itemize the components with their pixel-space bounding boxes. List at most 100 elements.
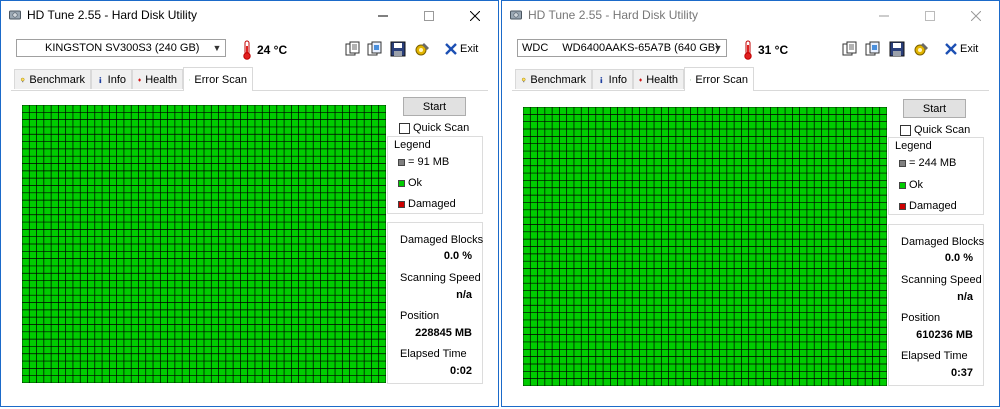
chevron-down-icon[interactable]: ▼ xyxy=(209,40,225,56)
options-tools-icon[interactable] xyxy=(913,41,929,57)
quick-scan-label: Quick Scan xyxy=(413,122,470,134)
quick-scan-label: Quick Scan xyxy=(914,124,971,136)
close-icon xyxy=(971,10,981,21)
tab-label: Error Scan xyxy=(695,73,748,86)
scanning-speed-label: Scanning Speed xyxy=(400,272,481,284)
ok-block-swatch xyxy=(899,181,906,189)
exit-label: Exit xyxy=(960,43,979,55)
scanning-speed-value: n/a xyxy=(456,289,472,301)
damaged-block-swatch xyxy=(899,202,906,210)
scanning-speed-label: Scanning Speed xyxy=(901,274,982,286)
tab-error-scan[interactable]: Error Scan xyxy=(684,67,754,91)
window-title: HD Tune 2.55 - Hard Disk Utility xyxy=(528,8,699,22)
title-bar[interactable]: HD Tune 2.55 - Hard Disk Utility xyxy=(1,1,498,30)
drive-select-value: KINGSTON SV300S3 (240 GB) xyxy=(45,42,200,54)
stats-box: Damaged Blocks 0.0 % Scanning Speed n/a … xyxy=(387,222,483,384)
temperature-readout: 31 °C xyxy=(758,43,789,57)
hard-disk-app-icon xyxy=(510,10,522,20)
save-icon[interactable] xyxy=(390,41,406,57)
toolbar: KINGSTON SV300S3 (240 GB) ▼ 24 °C Exit xyxy=(1,31,498,67)
gray-block-swatch xyxy=(398,158,405,166)
tab-health[interactable]: Health xyxy=(633,69,684,89)
legend-title: Legend xyxy=(895,140,932,152)
block-size-label: = 244 MB xyxy=(909,157,957,169)
maximize-button[interactable] xyxy=(907,1,953,30)
legend-ok: Ok xyxy=(899,179,923,191)
exit-x-icon xyxy=(945,43,957,55)
info-icon xyxy=(600,76,603,83)
tab-label: Info xyxy=(608,73,627,86)
temperature-readout: 24 °C xyxy=(257,43,288,57)
damaged-blocks-label: Damaged Blocks xyxy=(901,236,985,248)
damaged-blocks-value: 0.0 % xyxy=(443,250,472,262)
chevron-down-icon[interactable]: ▼ xyxy=(710,40,726,56)
damaged-blocks-label: Damaged Blocks xyxy=(400,234,484,246)
tab-strip: Benchmark Info Health Error Scan xyxy=(512,67,989,91)
block-size-label: = 91 MB xyxy=(408,156,450,168)
copy-screenshot-icon[interactable] xyxy=(367,41,383,57)
stats-box: Damaged Blocks 0.0 % Scanning Speed n/a … xyxy=(888,224,984,386)
legend-damaged: Damaged xyxy=(398,198,456,210)
copy-info-icon[interactable] xyxy=(345,41,361,57)
quick-scan-option[interactable]: Quick Scan xyxy=(399,122,469,134)
drive-select-prefix: WDC xyxy=(522,42,549,54)
options-tools-icon[interactable] xyxy=(414,41,430,57)
damaged-label: Damaged xyxy=(408,198,456,210)
ok-label: Ok xyxy=(909,179,924,191)
elapsed-time-label: Elapsed Time xyxy=(400,348,467,360)
toolbar: WDC WD6400AAKS-65A7B (640 GB) ▼ 31 °C Ex… xyxy=(502,31,999,67)
tab-label: Info xyxy=(107,73,126,86)
copy-screenshot-icon[interactable] xyxy=(865,41,881,57)
exit-button[interactable]: Exit xyxy=(945,41,978,57)
damaged-blocks-value: 0.0 % xyxy=(944,252,973,264)
drive-select-value: WD6400AAKS-65A7B (640 GB) xyxy=(562,42,719,54)
position-label: Position xyxy=(400,310,440,322)
quick-scan-checkbox[interactable] xyxy=(399,122,410,134)
start-button[interactable]: Start xyxy=(903,99,966,118)
minimize-icon xyxy=(378,15,388,16)
health-cross-icon xyxy=(138,78,142,81)
tab-health[interactable]: Health xyxy=(132,69,183,89)
tab-label: Benchmark xyxy=(530,73,586,86)
exit-label: Exit xyxy=(460,43,479,55)
block-map-grid xyxy=(523,107,887,386)
health-cross-icon xyxy=(639,78,643,81)
tab-info[interactable]: Info xyxy=(592,69,633,89)
tab-info[interactable]: Info xyxy=(91,69,132,89)
quick-scan-checkbox[interactable] xyxy=(900,124,911,136)
ok-block-swatch xyxy=(398,179,405,187)
close-button[interactable] xyxy=(452,1,498,30)
maximize-button[interactable] xyxy=(406,1,452,30)
close-button[interactable] xyxy=(953,1,999,30)
bulb-icon xyxy=(20,77,25,82)
minimize-button[interactable] xyxy=(861,1,907,30)
save-icon[interactable] xyxy=(889,41,905,57)
exit-button[interactable]: Exit xyxy=(445,41,478,57)
error-scan-panel: Start Quick Scan Legend = 91 MB Ok Damag… xyxy=(11,91,488,396)
tab-label: Health xyxy=(145,73,177,86)
tab-label: Benchmark xyxy=(29,73,85,86)
position-value: 228845 MB xyxy=(415,327,472,339)
quick-scan-option[interactable]: Quick Scan xyxy=(900,124,970,136)
elapsed-time-label: Elapsed Time xyxy=(901,350,968,362)
error-scan-panel: Start Quick Scan Legend = 244 MB Ok Dama… xyxy=(512,91,989,396)
tab-strip: Benchmark Info Health Error Scan xyxy=(11,67,488,91)
drive-select[interactable]: KINGSTON SV300S3 (240 GB) ▼ xyxy=(16,39,226,57)
maximize-icon xyxy=(424,10,434,21)
drive-select[interactable]: WDC WD6400AAKS-65A7B (640 GB) ▼ xyxy=(517,39,727,57)
gray-block-swatch xyxy=(899,159,906,167)
tab-error-scan[interactable]: Error Scan xyxy=(183,67,253,91)
tab-benchmark[interactable]: Benchmark xyxy=(515,69,592,89)
close-icon xyxy=(470,10,480,21)
legend-block-size: = 244 MB xyxy=(899,157,956,169)
hdtune-window-left: HD Tune 2.55 - Hard Disk Utility KINGSTO… xyxy=(0,0,499,407)
damaged-label: Damaged xyxy=(909,200,957,212)
thermometer-icon xyxy=(243,40,251,60)
start-button[interactable]: Start xyxy=(403,97,466,116)
ok-label: Ok xyxy=(408,177,423,189)
minimize-button[interactable] xyxy=(360,1,406,30)
hard-disk-app-icon xyxy=(9,10,21,20)
tab-benchmark[interactable]: Benchmark xyxy=(14,69,91,89)
title-bar[interactable]: HD Tune 2.55 - Hard Disk Utility xyxy=(502,1,999,30)
copy-info-icon[interactable] xyxy=(842,41,858,57)
